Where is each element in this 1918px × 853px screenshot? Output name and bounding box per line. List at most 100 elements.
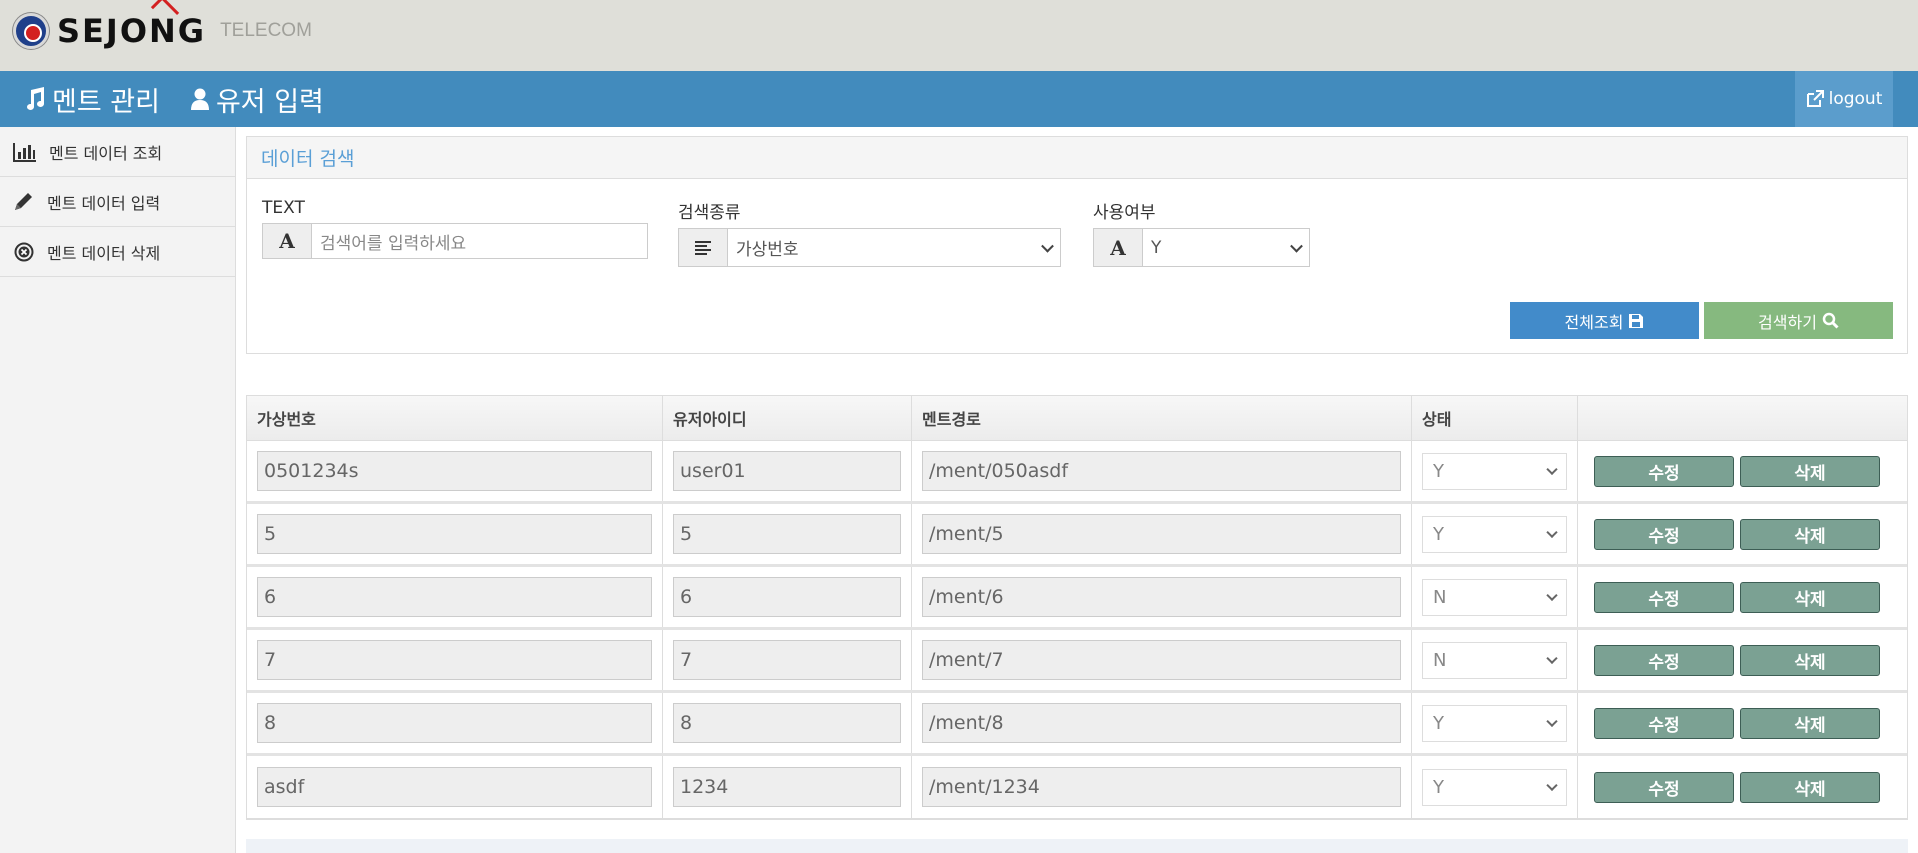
table-row: asdf 1234/ment/1234 Y 수정 삭제 [247, 756, 1907, 819]
cell-vnum: asdf [247, 756, 663, 818]
edit-button[interactable]: 수정 [1594, 581, 1734, 613]
search-button[interactable]: 검색하기 [1704, 302, 1893, 339]
cell-ment-path: /ment/7 [912, 630, 1412, 690]
edit-button[interactable]: 수정 [1594, 707, 1734, 739]
delete-button[interactable]: 삭제 [1740, 707, 1880, 739]
header-vnum: 가상번호 [247, 396, 663, 440]
status-select[interactable]: Y [1422, 515, 1567, 553]
delete-button[interactable]: 삭제 [1740, 581, 1880, 613]
search-panel: 데이터 검색 TEXT A 검색어를 입력하세요 검색종류 가상번호 사용여부 … [246, 136, 1908, 354]
ment-path-field[interactable]: /ment/8 [922, 703, 1401, 743]
font-icon: A [263, 224, 312, 258]
search-input[interactable]: 검색어를 입력하세요 [312, 224, 647, 258]
vnum-field[interactable]: 7 [257, 640, 652, 680]
vnum-field[interactable]: asdf [257, 767, 652, 807]
cell-actions: 수정 삭제 [1578, 567, 1907, 627]
cell-user-id: 5 [663, 504, 912, 564]
search-type-label: 검색종류 [678, 203, 741, 223]
sidebar-item-label: 멘트 데이터 입력 [47, 193, 161, 213]
vnum-field[interactable]: 8 [257, 703, 652, 743]
cell-status: N [1412, 630, 1578, 690]
nav-item-user-input[interactable]: 유저 입력 [190, 80, 324, 119]
logo-subtitle: TELECOM [220, 20, 312, 41]
text-field-label: TEXT [262, 198, 305, 218]
cell-actions: 수정 삭제 [1578, 693, 1907, 753]
nav-item-ment-manage[interactable]: 멘트 관리 [24, 80, 160, 119]
user-id-field[interactable]: 8 [673, 703, 901, 743]
chevron-down-icon [1546, 715, 1558, 728]
vnum-field[interactable]: 6 [257, 577, 652, 617]
cell-actions: 수정 삭제 [1578, 504, 1907, 564]
ment-path-field[interactable]: /ment/050asdf [922, 451, 1401, 491]
cell-vnum: 0501234s [247, 441, 663, 501]
table-row: 6 6/ment/6 N 수정 삭제 [247, 567, 1907, 630]
table-row: 0501234s user01/ment/050asdf Y 수정 삭제 [247, 441, 1907, 504]
table-header: 가상번호 유저아이디 멘트경로 상태 [247, 396, 1907, 441]
cell-user-id: 1234 [663, 756, 912, 818]
sidebar-item-ment-input[interactable]: 멘트 데이터 입력 [0, 177, 235, 227]
cell-status: Y [1412, 441, 1578, 501]
cell-ment-path: /ment/8 [912, 693, 1412, 753]
nav-item-label: 유저 입력 [215, 86, 324, 118]
status-select[interactable]: Y [1422, 768, 1567, 806]
user-id-field[interactable]: 1234 [673, 767, 901, 807]
logout-label: logout [1828, 89, 1883, 109]
delete-button[interactable]: 삭제 [1740, 644, 1880, 676]
cell-user-id: 6 [663, 567, 912, 627]
cell-vnum: 8 [247, 693, 663, 753]
bar-chart-icon [13, 142, 36, 162]
user-id-field[interactable]: 7 [673, 640, 901, 680]
search-button-label: 검색하기 [1758, 312, 1817, 332]
cell-vnum: 5 [247, 504, 663, 564]
chevron-down-icon [1546, 589, 1558, 602]
footer-strip [246, 839, 1908, 853]
save-icon [1629, 313, 1644, 328]
cell-status: Y [1412, 693, 1578, 753]
company-logo[interactable]: SEJONG TELECOM [13, 0, 312, 56]
status-select[interactable]: N [1422, 578, 1567, 616]
delete-button[interactable]: 삭제 [1740, 771, 1880, 803]
ment-path-field[interactable]: /ment/1234 [922, 767, 1401, 807]
user-icon [190, 88, 209, 110]
status-value: Y [1433, 712, 1444, 734]
vnum-field[interactable]: 0501234s [257, 451, 652, 491]
search-panel-title: 데이터 검색 [247, 137, 1907, 179]
user-id-field[interactable]: user01 [673, 451, 901, 491]
header-user-id: 유저아이디 [663, 396, 912, 440]
delete-button[interactable]: 삭제 [1740, 518, 1880, 550]
search-type-select[interactable]: 가상번호 [728, 229, 1060, 266]
edit-button[interactable]: 수정 [1594, 518, 1734, 550]
status-select[interactable]: Y [1422, 452, 1567, 490]
user-id-field[interactable]: 5 [673, 514, 901, 554]
align-left-icon [679, 229, 728, 266]
use-status-label: 사용여부 [1093, 203, 1156, 223]
status-value: N [1433, 586, 1447, 608]
cell-ment-path: /ment/6 [912, 567, 1412, 627]
vnum-field[interactable]: 5 [257, 514, 652, 554]
cell-user-id: 7 [663, 630, 912, 690]
cell-status: N [1412, 567, 1578, 627]
table-row: 7 7/ment/7 N 수정 삭제 [247, 630, 1907, 693]
ment-path-field[interactable]: /ment/7 [922, 640, 1401, 680]
ment-path-field[interactable]: /ment/5 [922, 514, 1401, 554]
user-id-field[interactable]: 6 [673, 577, 901, 617]
logout-button[interactable]: logout [1795, 71, 1893, 127]
status-value: Y [1433, 523, 1444, 545]
status-select[interactable]: N [1422, 641, 1567, 679]
status-select[interactable]: Y [1422, 704, 1567, 742]
logo-name: SEJONG [57, 0, 206, 50]
status-value: Y [1433, 776, 1444, 798]
edit-button[interactable]: 수정 [1594, 771, 1734, 803]
cell-actions: 수정 삭제 [1578, 756, 1907, 818]
cell-vnum: 7 [247, 630, 663, 690]
ment-path-field[interactable]: /ment/6 [922, 577, 1401, 617]
cell-vnum: 6 [247, 567, 663, 627]
edit-button[interactable]: 수정 [1594, 644, 1734, 676]
use-status-select[interactable]: Y [1143, 229, 1309, 266]
view-all-button[interactable]: 전체조회 [1510, 302, 1699, 339]
sidebar-item-ment-delete[interactable]: 멘트 데이터 삭제 [0, 227, 235, 277]
edit-button[interactable]: 수정 [1594, 455, 1734, 487]
delete-button[interactable]: 삭제 [1740, 455, 1880, 487]
top-banner: SEJONG TELECOM [0, 0, 1918, 71]
sidebar-item-ment-query[interactable]: 멘트 데이터 조회 [0, 127, 235, 177]
